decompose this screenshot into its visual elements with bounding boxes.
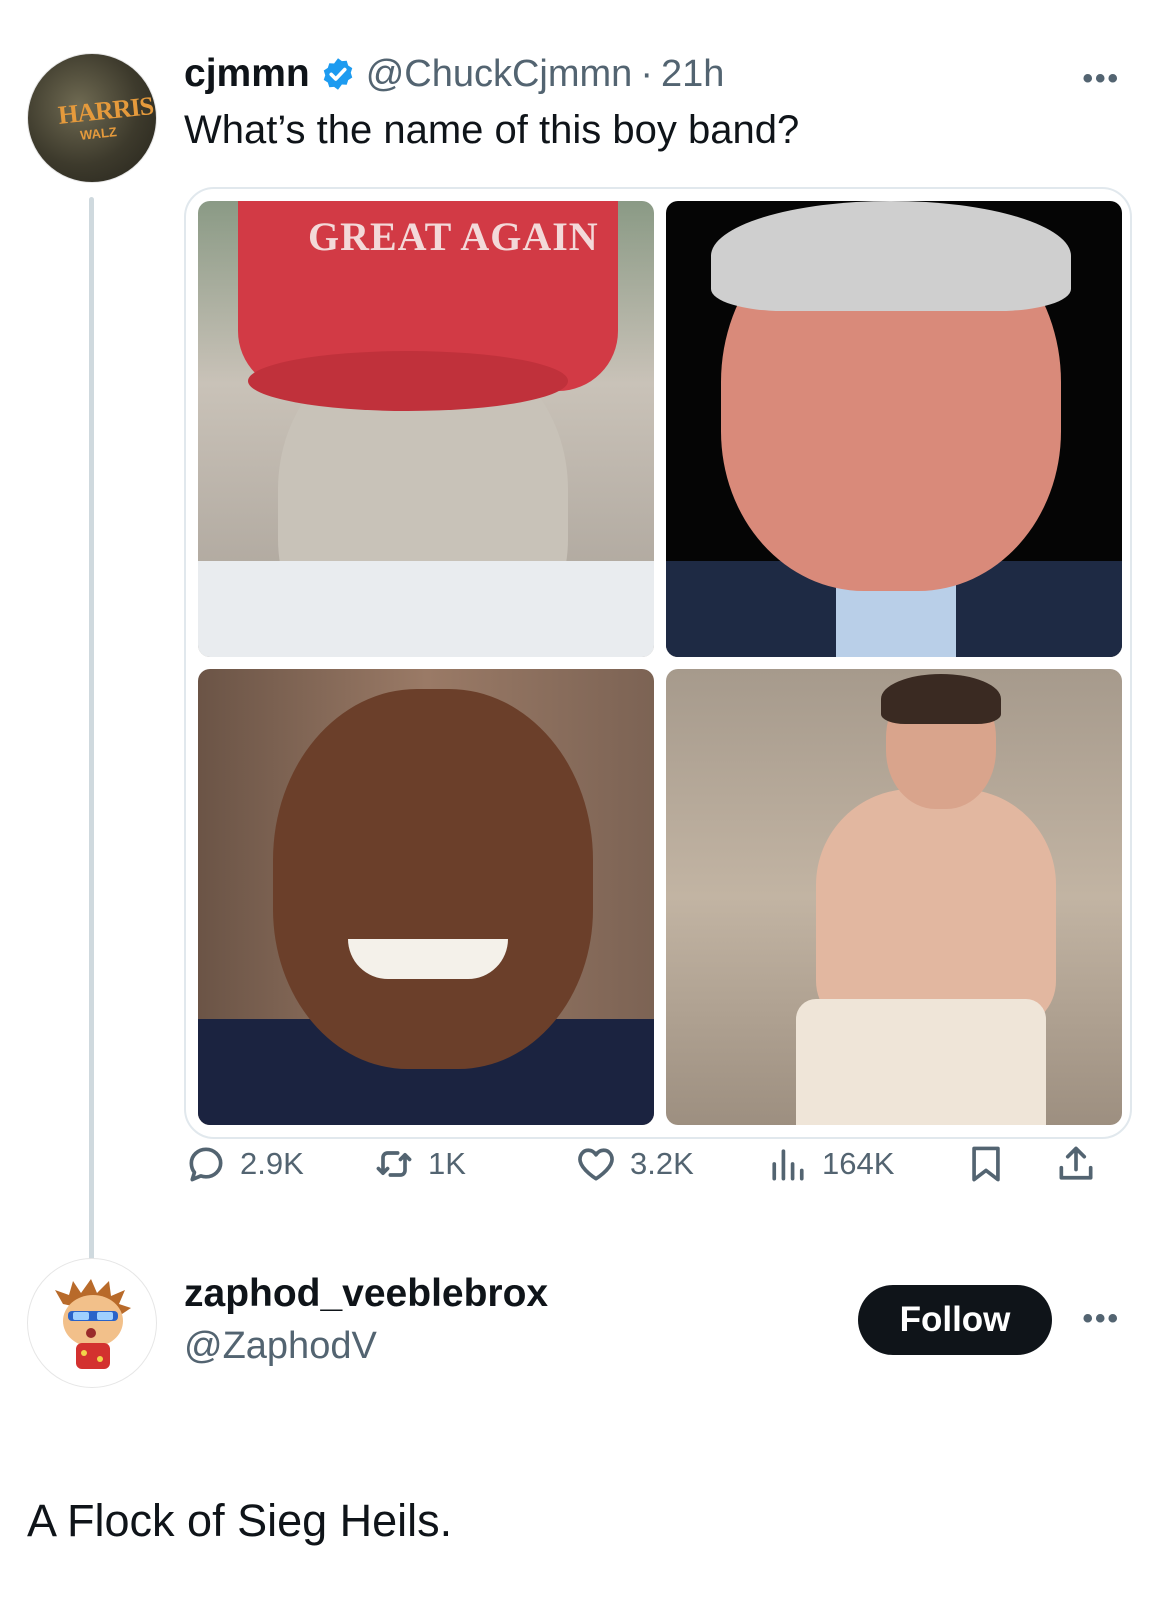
photo-2[interactable] — [666, 201, 1122, 657]
reply-author-handle[interactable]: @ZaphodV — [184, 1325, 377, 1368]
shirt-shape — [198, 561, 654, 657]
views-button[interactable]: 164K — [766, 1134, 894, 1194]
bookmark-icon — [972, 1146, 1000, 1182]
avatar-cap-text-small: WALZ — [79, 124, 118, 143]
tweet-timestamp[interactable]: 21h — [661, 53, 724, 96]
like-button[interactable]: 3.2K — [574, 1134, 694, 1194]
share-icon — [1059, 1146, 1093, 1180]
cap-lettering: GREAT AGAIN — [308, 214, 599, 259]
hair-shape — [881, 674, 1001, 724]
follow-button[interactable]: Follow — [858, 1285, 1052, 1355]
reply-more-icon[interactable]: ••• — [1082, 1302, 1120, 1336]
photo-1[interactable]: GREAT AGAIN — [198, 201, 654, 657]
reply-text: A Flock of Sieg Heils. — [27, 1495, 453, 1546]
smile-shape — [348, 939, 508, 979]
tweet-more-icon[interactable]: ••• — [1082, 62, 1120, 96]
retweet-button[interactable]: 1K — [372, 1134, 466, 1194]
face-shape — [273, 689, 593, 1069]
thread-line — [89, 197, 94, 1265]
views-count: 164K — [822, 1146, 895, 1181]
reply-author-avatar[interactable] — [27, 1258, 157, 1388]
hair-shape — [711, 201, 1071, 311]
heart-icon — [578, 1148, 614, 1181]
towel-shape — [796, 999, 1046, 1125]
media-grid: GREAT AGAIN — [184, 187, 1132, 1139]
author-avatar[interactable]: HARRIS WALZ — [27, 53, 157, 183]
reply-author-display-name[interactable]: zaphod_veeblebrox — [184, 1272, 548, 1316]
retweet-count: 1K — [428, 1146, 466, 1181]
tweet-actions: 2.9K 1K 3.2K 164K — [184, 1134, 1132, 1194]
photo-3[interactable] — [198, 669, 654, 1125]
retweet-icon — [376, 1151, 412, 1177]
torso-shape — [816, 789, 1056, 1029]
verified-badge-icon — [323, 58, 352, 90]
reply-icon — [189, 1147, 223, 1182]
share-button[interactable] — [1054, 1134, 1098, 1194]
reply-count: 2.9K — [240, 1146, 304, 1181]
bookmark-button[interactable] — [964, 1134, 1008, 1194]
reply-button[interactable]: 2.9K — [184, 1134, 304, 1194]
author-display-name[interactable]: cjmmn — [184, 52, 310, 96]
photo-4[interactable] — [666, 669, 1122, 1125]
views-chart-icon — [772, 1149, 804, 1181]
tweet-header: cjmmn @ChuckCjmmn · 21h — [184, 46, 724, 102]
cartoon-avatar-icon — [55, 1279, 131, 1369]
separator-dot: · — [640, 52, 653, 95]
tweet-text: What’s the name of this boy band? — [184, 108, 800, 152]
like-count: 3.2K — [630, 1146, 694, 1181]
cap-brim — [248, 351, 568, 411]
author-handle[interactable]: @ChuckCjmmn — [366, 53, 633, 96]
